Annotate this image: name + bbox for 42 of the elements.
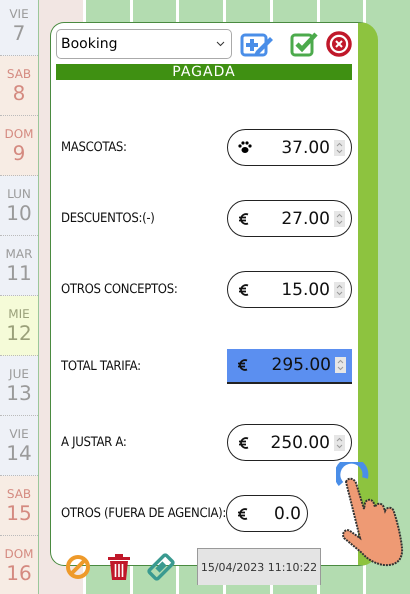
field-label: OTROS (FUERA DE AGENCIA): [61, 506, 226, 521]
euro-icon [238, 436, 250, 450]
field-label: MASCOTAS: [61, 140, 127, 155]
day-cell[interactable]: SAB 8 [0, 56, 38, 116]
euro-icon [238, 212, 250, 226]
number-field[interactable]: 250.00 [227, 424, 352, 461]
field-label: A JUSTAR A: [61, 435, 127, 450]
number-field[interactable]: 295.00 [227, 348, 352, 384]
day-cell[interactable]: SAB 15 [0, 476, 38, 536]
field-label: DESCUENTOS:(-) [61, 211, 155, 226]
close-button[interactable] [326, 31, 352, 57]
number-field[interactable]: 15.00 [227, 271, 352, 308]
day-cell[interactable]: MAR 11 [0, 236, 38, 296]
confirm-button[interactable] [290, 31, 318, 57]
number-field[interactable]: 37.00 [227, 129, 352, 166]
spinner-icon[interactable] [335, 357, 346, 373]
day-cell[interactable]: VIE 7 [0, 0, 38, 56]
day-cell[interactable]: VIE 14 [0, 416, 38, 476]
ticket-button[interactable] [147, 553, 175, 581]
chevron-down-icon [216, 41, 225, 47]
paw-icon [238, 141, 252, 154]
source-select[interactable]: Booking [56, 29, 232, 59]
euro-icon [237, 358, 249, 372]
spinner-icon[interactable] [334, 140, 345, 156]
day-cell[interactable]: MIE 12 [0, 296, 38, 356]
day-cell[interactable]: DOM 16 [0, 536, 38, 594]
euro-icon [237, 506, 250, 520]
day-cell[interactable]: LUN 10 [0, 176, 38, 236]
day-cell[interactable]: JUE 13 [0, 356, 38, 416]
delete-button[interactable] [107, 553, 131, 581]
day-cell[interactable]: DOM 9 [0, 116, 38, 176]
euro-icon [238, 282, 250, 296]
status-banner: PAGADA [56, 64, 352, 80]
number-field[interactable]: 0.0 [226, 495, 308, 532]
spinner-icon[interactable] [334, 282, 345, 298]
spinner-icon[interactable] [334, 210, 345, 226]
cancel-button[interactable] [65, 554, 91, 580]
spinner-icon[interactable] [334, 434, 345, 450]
number-field[interactable]: 27.00 [227, 200, 352, 237]
field-label: TOTAL TARIFA: [61, 358, 141, 374]
timestamp: 15/04/2023 11:10:22 [197, 548, 321, 585]
field-label: OTROS CONCEPTOS: [61, 282, 178, 297]
